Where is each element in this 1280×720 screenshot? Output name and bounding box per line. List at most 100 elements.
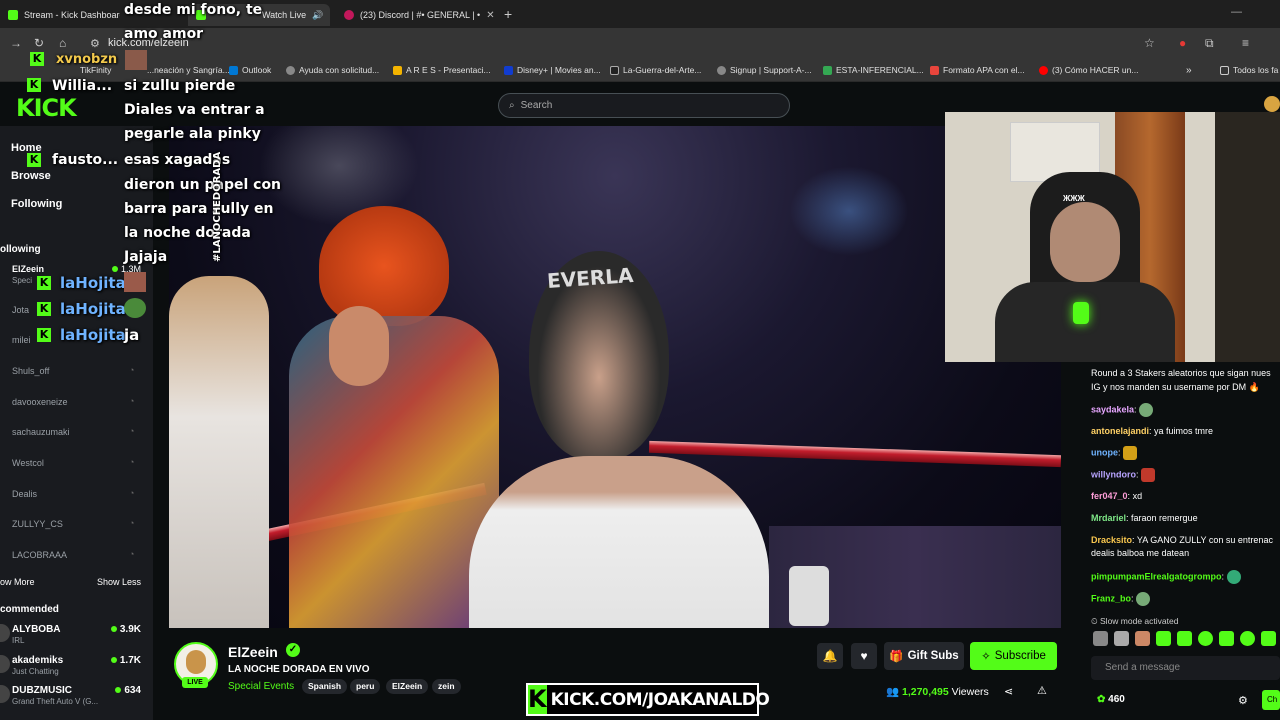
tag-chip[interactable]: ElZeein bbox=[386, 679, 429, 694]
live-badge: LIVE bbox=[182, 677, 208, 688]
chat-username[interactable]: Mrdariel bbox=[1091, 513, 1126, 523]
chat-message: pimpumpamElrealgatogrompo: bbox=[1091, 570, 1241, 584]
tag-chip[interactable]: zein bbox=[432, 679, 461, 694]
notification-bell-button[interactable]: 🔔 bbox=[817, 643, 843, 669]
channel-name[interactable]: ElZeein bbox=[228, 644, 278, 660]
emote-icon[interactable] bbox=[1135, 631, 1150, 646]
chat-username[interactable]: unope bbox=[1091, 447, 1118, 457]
emote-icon[interactable] bbox=[1219, 631, 1234, 646]
chat-username[interactable]: saydakela bbox=[1091, 404, 1134, 414]
chat-username[interactable]: Franz_bo bbox=[1091, 593, 1131, 603]
sidebar-channel[interactable]: Westcol ◔ bbox=[0, 454, 153, 474]
emote-icon[interactable] bbox=[1093, 631, 1108, 646]
emote-icon[interactable] bbox=[1240, 631, 1255, 646]
sidebar-channel[interactable]: Shuls_off ◔ bbox=[0, 362, 153, 382]
overlay-username: xvnobzn bbox=[56, 52, 118, 67]
following-header: ollowing bbox=[0, 244, 41, 255]
more-bookmarks-icon[interactable]: » bbox=[1186, 65, 1192, 76]
search-input[interactable]: ⌕ Search bbox=[498, 93, 790, 118]
recommended-channel[interactable]: akademiks Just Chatting 1.7K bbox=[0, 655, 153, 679]
stream-category[interactable]: Special Events bbox=[228, 681, 294, 692]
overlay-text: ja bbox=[124, 326, 140, 344]
user-avatar[interactable] bbox=[1264, 96, 1280, 112]
video-player[interactable]: EVERLA bbox=[169, 126, 1061, 628]
bookmark-item[interactable]: Disney+ | Movies an... bbox=[504, 65, 601, 75]
recommended-channel[interactable]: ALYBOBA IRL 3.9K bbox=[0, 624, 153, 648]
bookmark-item[interactable]: ESTA-INFERENCIAL... bbox=[823, 65, 924, 75]
tag-chip[interactable]: peru bbox=[350, 679, 381, 694]
chat-settings-icon[interactable]: ⚙ bbox=[1238, 694, 1248, 707]
emote-icon[interactable] bbox=[1156, 631, 1171, 646]
sidebar-channel[interactable]: LACOBRAAA ◔ bbox=[0, 546, 153, 566]
chat-username[interactable]: pimpumpamElrealgatogrompo bbox=[1091, 571, 1222, 581]
sidebar-channel[interactable]: Dealis ◔ bbox=[0, 485, 153, 505]
tag-chip[interactable]: Spanish bbox=[302, 679, 348, 694]
offline-icon: ◔ bbox=[129, 457, 135, 467]
bookmark-item[interactable]: Signup | Support-A-... bbox=[717, 65, 812, 75]
tab-kick-dashboard[interactable]: Stream - Kick Dashboard bbox=[0, 4, 120, 26]
report-icon[interactable]: ⚠ bbox=[1037, 684, 1047, 697]
emote-icon[interactable] bbox=[1261, 631, 1276, 646]
kick-k-icon: K bbox=[528, 685, 547, 714]
overlay-username: Willia... bbox=[52, 78, 113, 94]
sparkle-icon: ✧ bbox=[981, 651, 991, 663]
overlay-text: Diales va entrar a bbox=[124, 102, 265, 118]
new-tab-icon[interactable]: + bbox=[504, 6, 512, 22]
chat-text: faraon remergue bbox=[1131, 513, 1198, 523]
emote-icon[interactable] bbox=[1114, 631, 1129, 646]
channel-points[interactable]: ✿ 460 bbox=[1097, 694, 1125, 705]
avatar bbox=[0, 685, 10, 703]
chat-send-button[interactable]: Ch bbox=[1262, 690, 1280, 710]
bookmark-item[interactable]: Ayuda con solicitud... bbox=[286, 65, 379, 75]
avatar bbox=[0, 655, 10, 673]
pinned-message: IG y nos manden su username por DM 🔥 bbox=[1091, 382, 1260, 392]
chat-username[interactable]: fer047_0 bbox=[1091, 491, 1128, 501]
outlook-icon bbox=[229, 65, 238, 75]
sidebar-channel[interactable]: ZULLYY_CS ◔ bbox=[0, 515, 153, 535]
forward-icon[interactable]: → bbox=[10, 36, 22, 50]
bookmark-item[interactable]: Outlook bbox=[229, 65, 271, 75]
minimize-icon[interactable]: — bbox=[1231, 6, 1242, 18]
share-icon[interactable]: ⋖ bbox=[1004, 685, 1013, 698]
tab-discord[interactable]: (23) Discord | #• GENERAL | • ✕ bbox=[336, 4, 496, 26]
emote-icon[interactable] bbox=[1177, 631, 1192, 646]
home-icon[interactable]: ⌂ bbox=[59, 36, 66, 50]
kick-k-icon: K bbox=[37, 328, 51, 342]
reload-icon[interactable]: ↻ bbox=[34, 36, 44, 50]
bookmark-item[interactable]: Formato APA con el... bbox=[930, 65, 1025, 75]
sidebar-item-browse[interactable]: Browse bbox=[11, 170, 51, 182]
close-tab-icon[interactable]: ✕ bbox=[486, 10, 494, 21]
emote-icon[interactable] bbox=[1198, 631, 1213, 646]
banner-text: KICK.COM/JOAKANALDO bbox=[550, 689, 770, 710]
sidebar-channel[interactable]: sachauzumaki ◔ bbox=[0, 423, 153, 443]
close-tab-icon[interactable]: ✕ bbox=[329, 10, 330, 21]
speaker-icon[interactable]: 🔊 bbox=[312, 10, 323, 21]
sidebar-channel[interactable]: davooxeneize ◔ bbox=[0, 393, 153, 413]
bookmark-star-icon[interactable]: ☆ bbox=[1144, 36, 1155, 50]
show-more-button[interactable]: ow More bbox=[0, 577, 35, 587]
recommended-channel[interactable]: DUBZMUSIC Grand Theft Auto V (G... 634 bbox=[0, 685, 153, 709]
subscribe-button[interactable]: ✧ Subscribe bbox=[970, 642, 1057, 670]
extensions-puzzle-icon[interactable]: ⧉ bbox=[1205, 36, 1214, 51]
media-controls-icon[interactable]: ≡ bbox=[1242, 36, 1249, 50]
bookmark-item[interactable]: (3) Cómo HACER un... bbox=[1039, 65, 1138, 75]
chat-message: antonelajandi: ya fuimos tmre bbox=[1091, 426, 1214, 436]
overlay-username: laHojita bbox=[60, 326, 126, 344]
bookmark-item[interactable]: A R E S - Presentaci... bbox=[393, 65, 491, 75]
chat-text: YA GANO ZULLY con su entrenac bbox=[1136, 535, 1273, 545]
bookmark-folder[interactable]: Todos los fa bbox=[1220, 65, 1278, 75]
follow-button[interactable]: ♥ bbox=[851, 643, 877, 669]
site-settings-icon[interactable]: ⚙ bbox=[90, 37, 100, 50]
bookmark-item[interactable]: ...neación y Sangría... bbox=[147, 65, 230, 75]
extension-icon[interactable]: ● bbox=[1179, 36, 1186, 50]
bookmark-item[interactable]: La-Guerra-del-Arte... bbox=[610, 65, 701, 75]
chat-username[interactable]: Dracksito bbox=[1091, 535, 1132, 545]
chat-input[interactable]: Send a message bbox=[1091, 656, 1280, 680]
slow-mode-notice: ⏲ Slow mode activated bbox=[1091, 616, 1179, 626]
sidebar-item-following[interactable]: Following bbox=[11, 198, 62, 210]
chat-username[interactable]: willyndoro bbox=[1091, 469, 1136, 479]
kick-logo[interactable]: KICK bbox=[16, 94, 77, 122]
gift-subs-button[interactable]: 🎁 Gift Subs bbox=[884, 642, 964, 670]
chat-username[interactable]: antonelajandi bbox=[1091, 426, 1149, 436]
show-less-button[interactable]: Show Less bbox=[97, 577, 141, 587]
